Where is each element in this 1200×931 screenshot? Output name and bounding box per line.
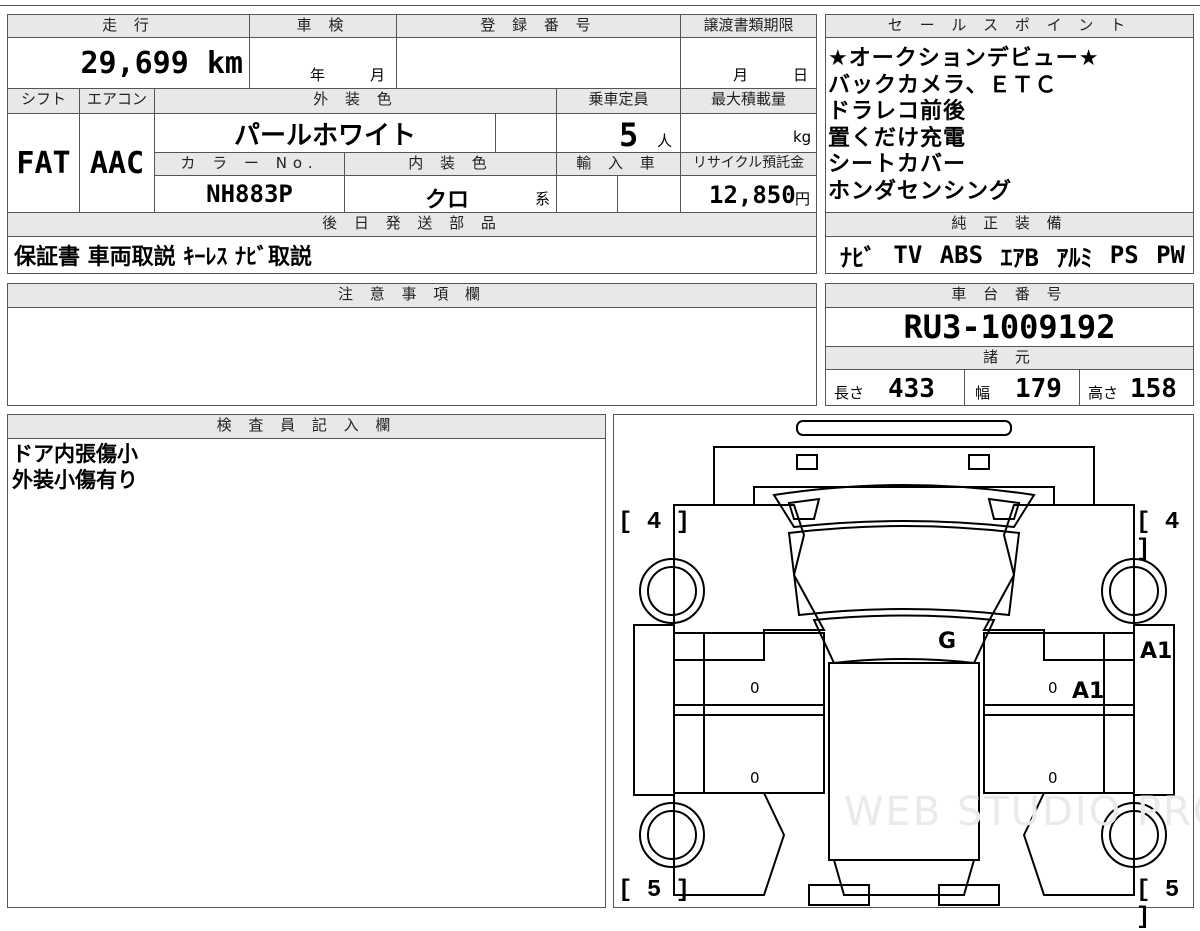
aircon-header: エアコン bbox=[79, 88, 155, 114]
notes-header: 注 意 事 項 欄 bbox=[7, 283, 817, 308]
interior-color-header: 内 装 色 bbox=[344, 152, 557, 176]
max-load-cell: kg bbox=[680, 113, 817, 153]
interior-color-suffix: 系 bbox=[535, 190, 551, 208]
capacity-value: 5 bbox=[619, 116, 639, 154]
import-extra bbox=[617, 175, 681, 213]
mark-right-panel: A1 bbox=[1140, 639, 1173, 664]
equipment-item: TV bbox=[893, 241, 923, 269]
exterior-color-extra bbox=[495, 113, 557, 153]
inspection-year-label: 年 bbox=[310, 66, 326, 84]
transfer-cell: 月 日 bbox=[680, 37, 817, 89]
color-no-value: NH883P bbox=[154, 175, 345, 213]
recycle-header: リサイクル預託金 bbox=[680, 152, 817, 176]
transfer-header: 譲渡書類期限 bbox=[680, 14, 817, 38]
max-load-unit: kg bbox=[793, 128, 812, 146]
spec-height-value: 158 bbox=[1130, 374, 1177, 404]
chassis-number: RU3-1009192 bbox=[825, 307, 1194, 347]
recycle-value: 12,850 bbox=[709, 181, 796, 209]
inspection-header: 車 検 bbox=[249, 14, 397, 38]
capacity-unit: 人 bbox=[657, 132, 673, 150]
sales-point-line: シートカバー bbox=[828, 152, 967, 177]
sales-points-header: セ ー ル ス ポ イ ン ト bbox=[825, 14, 1194, 38]
equipment-item: ABS bbox=[939, 241, 984, 269]
shift-header: シフト bbox=[7, 88, 80, 114]
spec-width-value: 179 bbox=[1015, 374, 1062, 404]
equipment-item: ｴｱB bbox=[1000, 243, 1039, 272]
registration-header: 登 録 番 号 bbox=[396, 14, 681, 38]
interior-color-cell: クロ 系 bbox=[344, 175, 557, 213]
recycle-cell: 12,850 円 bbox=[680, 175, 817, 213]
tire-front-right: [ 4 ] bbox=[1136, 509, 1180, 563]
max-load-header: 最大積載量 bbox=[680, 88, 817, 114]
spec-width-cell: 幅 179 bbox=[964, 369, 1080, 406]
import-header: 輸 入 車 bbox=[556, 152, 681, 176]
door-zero: 0 bbox=[750, 679, 760, 697]
door-zero: 0 bbox=[1048, 769, 1058, 787]
inspector-header: 検 査 員 記 入 欄 bbox=[7, 414, 606, 439]
mark-glass: G bbox=[938, 629, 957, 654]
mileage-value: 29,699 km bbox=[7, 37, 250, 89]
inspection-cell: 年 月 bbox=[249, 37, 397, 89]
capacity-header: 乗車定員 bbox=[556, 88, 681, 114]
sales-point-line: ★オークションデビュー★ bbox=[828, 46, 1100, 71]
inspector-line: 外装小傷有り bbox=[12, 468, 138, 492]
notes-body bbox=[7, 307, 817, 406]
tire-front-left: [ 4 ] bbox=[618, 509, 691, 536]
spec-length-cell: 長さ 433 bbox=[825, 369, 965, 406]
later-parts-header: 後 日 発 送 部 品 bbox=[7, 212, 817, 237]
sales-point-line: ホンダセンシング bbox=[828, 178, 1013, 204]
top-strip bbox=[0, 0, 1200, 6]
later-parts-value: 保証書 車両取説 ｷｰﾚｽ ﾅﾋﾞ取説 bbox=[7, 236, 817, 274]
sales-points-box: ★オークションデビュー★ バックカメラ、ＥＴＣ ドラレコ前後 置くだけ充電 シー… bbox=[825, 37, 1194, 213]
equipment-item: PS bbox=[1109, 241, 1139, 269]
door-zero: 0 bbox=[1048, 679, 1058, 697]
spec-length-value: 433 bbox=[888, 374, 935, 404]
car-diagram-box: [ 4 ] [ 4 ] [ 5 ] [ 5 ] G A1 A1 0 0 0 0 … bbox=[613, 414, 1200, 931]
spec-width-label: 幅 bbox=[975, 384, 991, 402]
sales-point-line: ドラレコ前後 bbox=[828, 99, 967, 124]
transfer-day-label: 日 bbox=[793, 66, 809, 84]
tire-rear-right: [ 5 ] bbox=[1136, 877, 1180, 931]
registration-value bbox=[396, 37, 681, 89]
inspector-notes: ドア内張傷小 外装小傷有り bbox=[7, 438, 606, 908]
color-no-header: カ ラ ー No. bbox=[154, 152, 345, 176]
equipment-item: ﾅﾋﾞ bbox=[840, 243, 876, 272]
exterior-color-header: 外 装 色 bbox=[154, 88, 557, 114]
genuine-equipment-list: ﾅﾋﾞ TV ABS ｴｱB ｱﾙﾐ PS PW bbox=[825, 236, 1194, 274]
door-zero: 0 bbox=[750, 769, 760, 787]
mileage-header: 走 行 bbox=[7, 14, 250, 38]
specs-header: 諸 元 bbox=[825, 346, 1194, 370]
capacity-cell: 5 人 bbox=[556, 113, 681, 154]
exterior-color-value: パールホワイト bbox=[154, 113, 496, 153]
import-value bbox=[556, 175, 618, 213]
spec-height-cell: 高さ 158 bbox=[1079, 369, 1194, 406]
interior-color-value: クロ bbox=[425, 188, 470, 213]
equipment-item: ｱﾙﾐ bbox=[1056, 243, 1093, 272]
watermark: WEB STUDIO PRO bbox=[844, 789, 1200, 835]
aircon-value: AAC bbox=[79, 113, 155, 213]
shift-value: FAT bbox=[7, 113, 80, 213]
spec-height-label: 高さ bbox=[1088, 384, 1119, 402]
sales-point-line: バックカメラ、ＥＴＣ bbox=[828, 72, 1058, 98]
mark-right-door-front: A1 bbox=[1072, 679, 1105, 704]
inspection-month-label: 月 bbox=[370, 66, 386, 84]
equipment-item: PW bbox=[1156, 241, 1185, 269]
recycle-unit: 円 bbox=[795, 190, 811, 208]
transfer-month-label: 月 bbox=[733, 66, 749, 84]
chassis-header: 車 台 番 号 bbox=[825, 283, 1194, 308]
inspector-line: ドア内張傷小 bbox=[12, 442, 138, 466]
sales-point-line: 置くだけ充電 bbox=[828, 125, 967, 151]
genuine-equipment-header: 純 正 装 備 bbox=[825, 212, 1194, 237]
spec-length-label: 長さ bbox=[834, 384, 865, 402]
